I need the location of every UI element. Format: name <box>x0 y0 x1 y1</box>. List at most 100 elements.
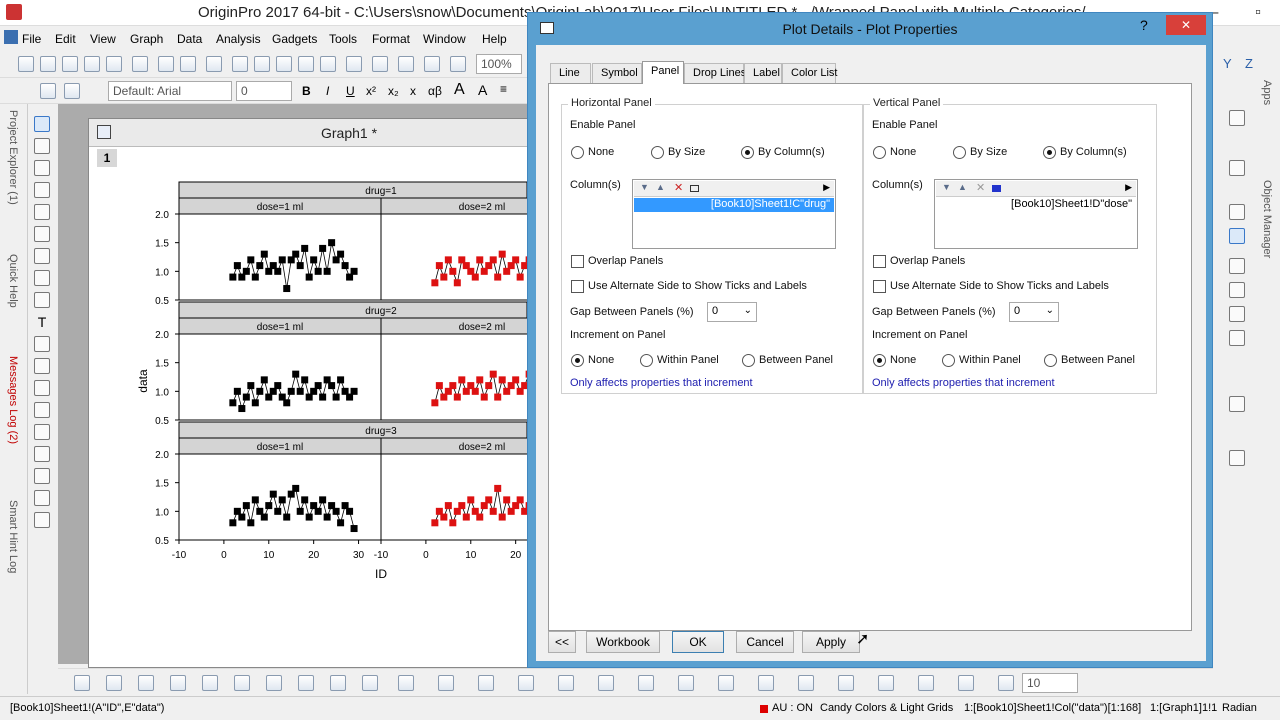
h-column-item[interactable]: [Book10]Sheet1!C"drug" <box>634 198 834 212</box>
close-button[interactable]: ✕ <box>1166 15 1206 35</box>
grid-icon[interactable] <box>1229 306 1245 322</box>
column-plot-icon[interactable] <box>170 675 186 691</box>
v-overlap-checkbox[interactable] <box>873 255 886 268</box>
save-template-icon[interactable] <box>298 56 314 72</box>
h-increment-between-radio[interactable] <box>742 354 755 367</box>
duplicate-icon[interactable] <box>398 56 414 72</box>
curve-tool-icon[interactable] <box>34 446 50 462</box>
quick-help-tab[interactable]: Quick Help <box>7 254 19 308</box>
menu-format[interactable]: Format <box>372 32 410 46</box>
v-enable-by-columns-label[interactable]: By Column(s) <box>1060 146 1127 158</box>
v-increment-between-label[interactable]: Between Panel <box>1061 354 1135 366</box>
reader-icon[interactable] <box>1229 204 1245 220</box>
trapezoid-icon[interactable] <box>918 675 934 691</box>
font-increase-button[interactable]: A <box>454 81 465 99</box>
menu-tools[interactable]: Tools <box>329 32 357 46</box>
h-increment-between-label[interactable]: Between Panel <box>759 354 833 366</box>
menu-graph[interactable]: Graph <box>130 32 163 46</box>
axis-icon[interactable] <box>1229 160 1245 176</box>
print-icon[interactable] <box>372 56 388 72</box>
v-increment-none-label[interactable]: None <box>890 354 916 366</box>
v-remove-icon[interactable]: ✕ <box>976 181 985 194</box>
mask-icon[interactable] <box>34 270 50 286</box>
new-function-icon[interactable] <box>132 56 148 72</box>
y-axis-button[interactable]: Y <box>1223 56 1232 71</box>
export-icon[interactable] <box>320 56 336 72</box>
line-symbol-icon[interactable] <box>138 675 154 691</box>
h-gap-select[interactable]: 0 ⌄ <box>707 302 757 322</box>
project-explorer-tab[interactable]: Project Explorer (1) <box>7 110 19 205</box>
status-angle[interactable]: Radian <box>1222 702 1257 714</box>
h-overlap-checkbox[interactable] <box>571 255 584 268</box>
h-increment-within-radio[interactable] <box>640 354 653 367</box>
menu-view[interactable]: View <box>90 32 116 46</box>
tab-line[interactable]: Line <box>550 63 591 83</box>
apps-tab[interactable]: Apps <box>1261 80 1273 105</box>
superscript-button[interactable]: x² <box>366 84 376 98</box>
new-graph-icon[interactable] <box>84 56 100 72</box>
paste-format-icon[interactable] <box>64 83 80 99</box>
flip-icon[interactable] <box>758 675 774 691</box>
h-columns-listbox[interactable]: ▼ ▲ ✕ ▶ [Book10]Sheet1!C"drug" <box>632 179 836 249</box>
italic-button[interactable]: I <box>326 84 329 98</box>
graph-window[interactable]: Graph1 * 1 drug=1 dose=1 ml dose=2 ml 2.0 1.… <box>88 118 528 668</box>
v-alt-side-checkbox[interactable] <box>873 280 886 293</box>
h-add-icon[interactable] <box>690 185 699 192</box>
v-overlap-label[interactable]: Overlap Panels <box>890 255 965 267</box>
template-icon[interactable] <box>398 675 414 691</box>
stat-plot-icon[interactable] <box>234 675 250 691</box>
h-move-up-icon[interactable]: ▲ <box>656 182 665 192</box>
line-plot-icon[interactable] <box>74 675 90 691</box>
data-reader-icon[interactable] <box>34 204 50 220</box>
h-enable-none-radio[interactable] <box>571 146 584 159</box>
menu-help[interactable]: Help <box>482 32 507 46</box>
v-enable-by-size-radio[interactable] <box>953 146 966 159</box>
polygon-tool-icon[interactable] <box>34 468 50 484</box>
text-tool-icon[interactable]: T <box>34 314 50 330</box>
object-manager-tab[interactable]: Object Manager <box>1261 180 1273 258</box>
v-increment-between-radio[interactable] <box>1044 354 1057 367</box>
v-increment-within-label[interactable]: Within Panel <box>959 354 1021 366</box>
menu-edit[interactable]: Edit <box>55 32 76 46</box>
tab-drop-lines[interactable]: Drop Lines <box>684 63 746 83</box>
bold-button[interactable]: B <box>302 84 311 98</box>
scatter-plot-icon[interactable] <box>106 675 122 691</box>
shape-icon[interactable] <box>878 675 894 691</box>
h-alt-side-checkbox[interactable] <box>571 280 584 293</box>
distribute-icon[interactable] <box>678 675 694 691</box>
v-increment-within-radio[interactable] <box>942 354 955 367</box>
apply-button[interactable]: Apply <box>802 631 860 653</box>
code-builder-icon[interactable] <box>450 56 466 72</box>
h-enable-by-columns-radio[interactable] <box>741 146 754 159</box>
v-enable-none-label[interactable]: None <box>890 146 916 158</box>
new-excel-icon[interactable] <box>62 56 78 72</box>
new-matrix-icon[interactable] <box>106 56 122 72</box>
new-workbook-icon[interactable] <box>40 56 56 72</box>
back-icon[interactable] <box>558 675 574 691</box>
window-control-icon[interactable] <box>4 30 18 44</box>
v-column-item[interactable]: [Book10]Sheet1!D"dose" <box>936 198 1136 212</box>
group-icon[interactable] <box>438 675 454 691</box>
zoom-in-icon[interactable] <box>34 160 50 176</box>
zoom-pan-icon[interactable] <box>34 138 50 154</box>
pointer-icon[interactable] <box>34 116 50 132</box>
region-icon[interactable] <box>34 248 50 264</box>
v-columns-listbox[interactable]: ▼ ▲ ✕ ▶ [Book10]Sheet1!D"dose" <box>934 179 1138 249</box>
contour-icon[interactable] <box>330 675 346 691</box>
line-tool-icon[interactable] <box>34 380 50 396</box>
align-icon[interactable]: ≡ <box>500 82 507 96</box>
messages-log-tab[interactable]: Messages Log (2) <box>7 356 19 444</box>
rectangle-tool-icon[interactable] <box>34 402 50 418</box>
same-width-icon[interactable] <box>798 675 814 691</box>
table-icon[interactable] <box>34 336 50 352</box>
h-enable-by-size-radio[interactable] <box>651 146 664 159</box>
draw-data-icon[interactable] <box>34 292 50 308</box>
arrange-icon[interactable] <box>1229 282 1245 298</box>
h-increment-none-label[interactable]: None <box>588 354 614 366</box>
annotation-icon[interactable] <box>34 226 50 242</box>
help-button[interactable]: ? <box>1140 17 1148 33</box>
active-tool-icon[interactable] <box>1229 228 1245 244</box>
v-enable-none-radio[interactable] <box>873 146 886 159</box>
collapse-tree-button[interactable]: << <box>548 631 576 653</box>
graph-window-icon[interactable] <box>97 125 111 139</box>
